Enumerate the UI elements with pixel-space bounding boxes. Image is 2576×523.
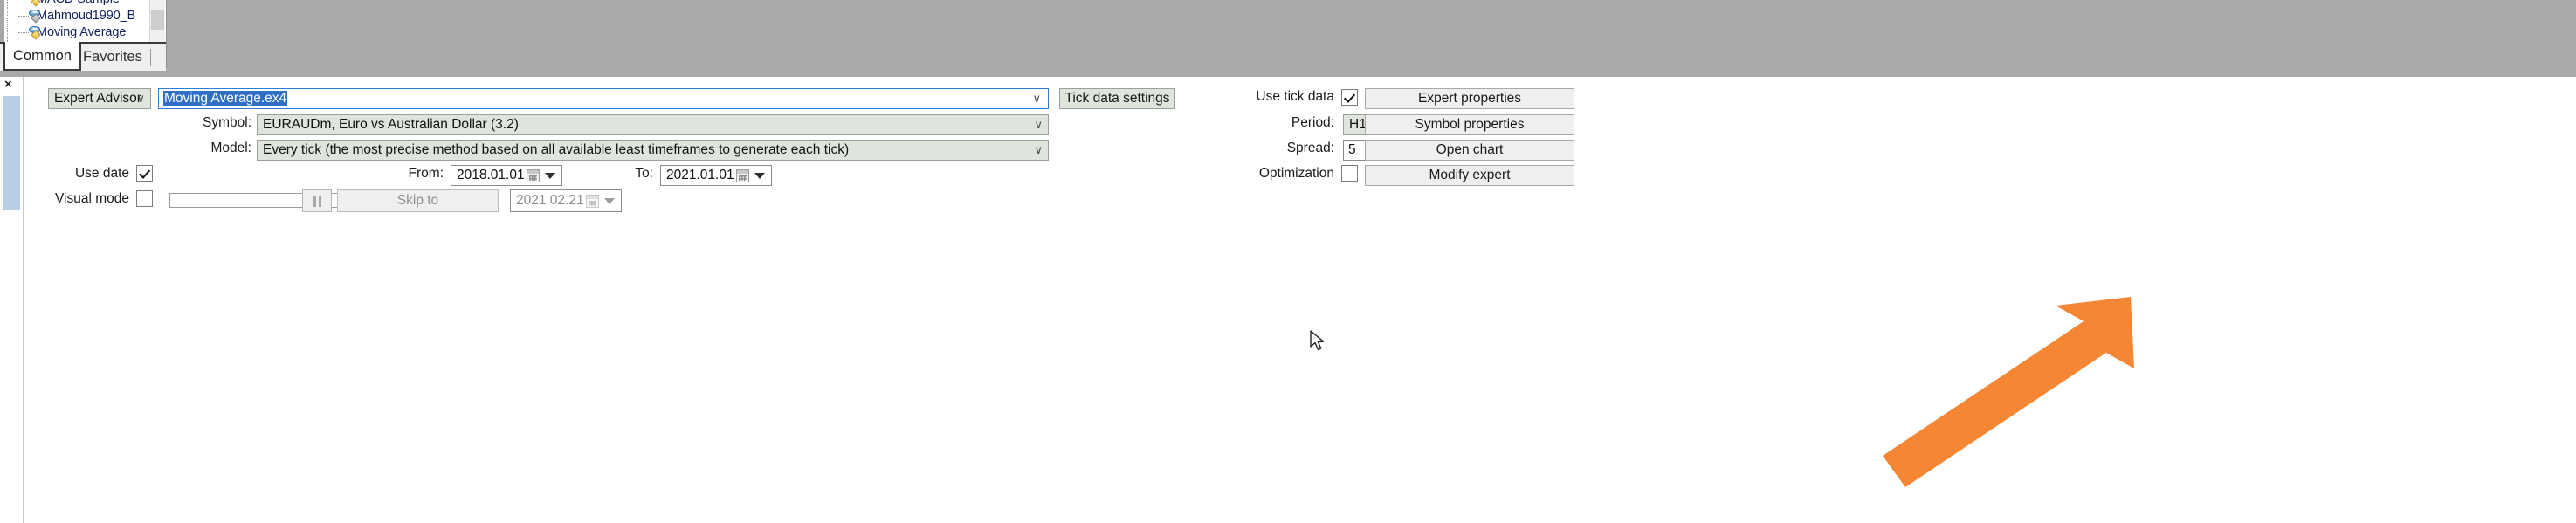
expert-properties-button[interactable]: Expert properties bbox=[1365, 88, 1574, 109]
expert-file-value: Moving Average.ex4 bbox=[163, 91, 288, 106]
pause-button[interactable] bbox=[302, 189, 332, 212]
use-tick-data-checkbox[interactable] bbox=[1341, 89, 1358, 106]
chevron-down-icon[interactable] bbox=[604, 198, 615, 204]
skip-to-date-value: 2021.02.21 bbox=[516, 193, 584, 208]
period-value: H1 bbox=[1349, 117, 1367, 132]
to-date-input[interactable]: 2021.01.01 bbox=[660, 165, 772, 186]
strategy-tester-panel: × Expert Advisor ∨ Moving Average.ex4 ∨ … bbox=[0, 77, 2576, 523]
list-item[interactable]: Mahmoud1990_B bbox=[7, 8, 147, 24]
from-date-value: 2018.01.01 bbox=[457, 168, 525, 182]
tester-form: Expert Advisor ∨ Moving Average.ex4 ∨ Ti… bbox=[24, 77, 2576, 523]
chevron-down-icon: ∨ bbox=[136, 92, 145, 105]
chevron-down-icon[interactable] bbox=[754, 173, 765, 179]
list-item-label: Moving Average bbox=[37, 25, 127, 39]
tick-data-settings-button[interactable]: Tick data settings bbox=[1059, 88, 1175, 109]
calendar-icon[interactable] bbox=[586, 195, 599, 208]
tree-guide-line bbox=[7, 24, 9, 41]
symbol-value: EURAUDm, Euro vs Australian Dollar (3.2) bbox=[263, 117, 519, 132]
modify-expert-button[interactable]: Modify expert bbox=[1365, 165, 1574, 186]
visual-mode-checkbox[interactable] bbox=[136, 190, 153, 207]
from-label: From: bbox=[408, 166, 444, 181]
expert-advisor-icon bbox=[28, 0, 43, 7]
expert-file-input[interactable]: Moving Average.ex4 ∨ bbox=[158, 88, 1049, 109]
spread-label: Spread: bbox=[1286, 141, 1334, 155]
navigator-tabstrip: Common Favorites bbox=[0, 42, 166, 71]
use-date-label: Use date bbox=[74, 166, 129, 181]
list-item[interactable]: Moving Average bbox=[7, 24, 147, 41]
tree-guide-line bbox=[7, 8, 9, 24]
tester-side-strip: × bbox=[0, 77, 24, 523]
screen-root: MACD Sample Mahmoud1990_B Movi bbox=[0, 0, 2576, 523]
symbol-combo[interactable]: EURAUDm, Euro vs Australian Dollar (3.2)… bbox=[257, 114, 1049, 135]
expert-type-value: Expert Advisor bbox=[54, 91, 141, 106]
symbol-label: Symbol: bbox=[203, 115, 251, 130]
use-date-checkbox[interactable] bbox=[136, 165, 153, 182]
from-date-input[interactable]: 2018.01.01 bbox=[451, 165, 562, 186]
calendar-icon[interactable] bbox=[527, 169, 540, 182]
open-chart-button[interactable]: Open chart bbox=[1365, 140, 1574, 161]
expert-type-combo[interactable]: Expert Advisor ∨ bbox=[48, 88, 151, 109]
to-date-value: 2021.01.01 bbox=[666, 168, 734, 182]
skip-to-button[interactable]: Skip to bbox=[337, 189, 499, 212]
spread-value: 5 bbox=[1348, 142, 1356, 157]
period-label: Period: bbox=[1291, 115, 1334, 130]
tab-favorites[interactable]: Favorites bbox=[75, 44, 150, 71]
visual-mode-label: Visual mode bbox=[54, 191, 129, 206]
skip-to-date-input[interactable]: 2021.02.21 bbox=[510, 189, 622, 212]
expert-advisor-icon bbox=[28, 26, 43, 40]
tab-common[interactable]: Common bbox=[3, 42, 81, 71]
use-tick-data-label: Use tick data bbox=[1256, 89, 1334, 104]
chevron-down-icon[interactable]: ∨ bbox=[1032, 89, 1041, 108]
tabstrip-divider bbox=[150, 49, 151, 66]
chevron-down-icon: ∨ bbox=[1034, 143, 1043, 156]
calendar-icon[interactable] bbox=[736, 169, 749, 182]
model-combo[interactable]: Every tick (the most precise method base… bbox=[257, 140, 1049, 161]
optimization-label: Optimization bbox=[1258, 166, 1334, 181]
list-item-label: MACD Sample bbox=[37, 0, 120, 6]
to-label: To: bbox=[635, 166, 653, 181]
scrollbar-thumb[interactable] bbox=[151, 10, 164, 30]
model-value: Every tick (the most precise method base… bbox=[263, 142, 850, 157]
expert-advisor-icon bbox=[28, 10, 43, 24]
chevron-down-icon[interactable] bbox=[545, 173, 555, 179]
desktop-background: MACD Sample Mahmoud1990_B Movi bbox=[0, 0, 2576, 77]
list-item-label: Mahmoud1990_B bbox=[37, 9, 136, 23]
optimization-checkbox[interactable] bbox=[1341, 165, 1358, 182]
chevron-down-icon: ∨ bbox=[1034, 118, 1043, 131]
list-item[interactable]: MACD Sample bbox=[7, 0, 147, 8]
close-icon[interactable]: × bbox=[4, 78, 12, 91]
model-label: Model: bbox=[210, 141, 251, 155]
tester-vertical-tab[interactable] bbox=[3, 96, 20, 210]
symbol-properties-button[interactable]: Symbol properties bbox=[1365, 114, 1574, 135]
tree-guide-line bbox=[7, 0, 9, 8]
